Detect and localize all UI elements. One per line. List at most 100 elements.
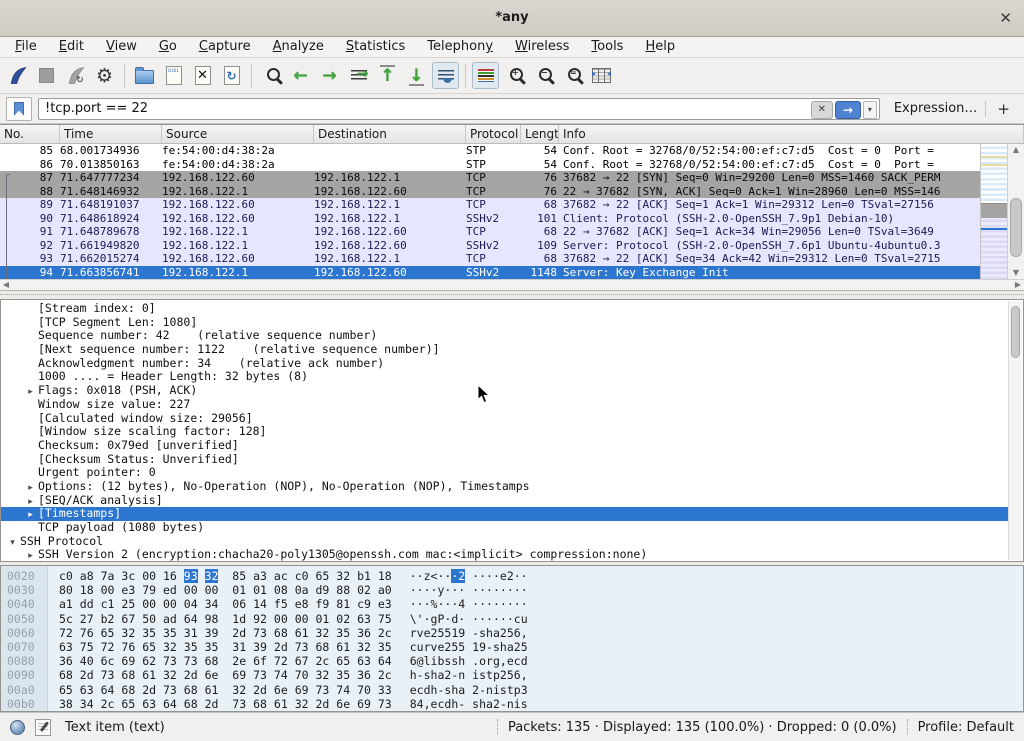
expander-icon[interactable]: ▸ [23,509,38,521]
detail-line[interactable]: TCP payload (1080 bytes) [1,521,1009,535]
scroll-right-arrow-icon[interactable]: ▶ [1012,280,1024,290]
expander-icon[interactable]: ▾ [5,537,20,549]
scroll-down-arrow-icon[interactable]: ▼ [1008,267,1024,279]
detail-line[interactable]: [Next sequence number: 1122 (relative se… [1,343,1009,357]
expander-icon[interactable]: ▸ [23,482,38,494]
find-packet-button[interactable] [258,62,285,89]
go-to-packet-button[interactable]: → [345,62,372,89]
packet-row-91[interactable]: 9171.648789678192.168.122.1192.168.122.6… [0,225,1007,239]
packet-minimap[interactable] [980,144,1007,279]
hex-row-0040[interactable]: 0040a1 dd c1 25 00 00 04 34 06 14 f5 e8 … [1,597,1023,611]
pane-splitter-top[interactable] [0,291,1024,299]
capture-comment-icon[interactable] [35,719,51,736]
colorize-packets-button[interactable] [472,62,499,89]
column-header-time[interactable]: Time [60,125,162,143]
add-filter-button[interactable]: + [997,100,1010,118]
profile-status[interactable]: Profile: Default [918,720,1014,735]
zoom-out-button[interactable]: − [530,62,557,89]
packet-list-vscrollbar[interactable]: ▲ ▼ [1007,144,1024,279]
packet-list-hscrollbar[interactable]: ◀ ▶ [0,279,1024,290]
filter-dropdown-button[interactable]: ▾ [863,101,877,119]
packet-row-90[interactable]: 9071.648618924192.168.122.60192.168.122.… [0,212,1007,226]
detail-line[interactable]: Acknowledgment number: 34 (relative ack … [1,357,1009,371]
hex-row-00b0[interactable]: 00b038 34 2c 65 63 64 68 2d 73 68 61 32 … [1,697,1023,711]
detail-line[interactable]: Urgent pointer: 0 [1,466,1009,480]
expander-icon[interactable]: ▸ [23,386,38,398]
detail-line[interactable]: Window size value: 227 [1,398,1009,412]
detail-line[interactable]: ▾SSH Protocol [1,535,1009,549]
menu-item-capture[interactable]: Capture [188,37,262,57]
menu-item-help[interactable]: Help [634,37,686,57]
vscroll-thumb[interactable] [1010,198,1022,257]
menu-item-wireless[interactable]: Wireless [504,37,580,57]
scroll-up-arrow-icon[interactable]: ▲ [1008,144,1024,156]
detail-line[interactable]: ▸[Timestamps] [1,507,1009,521]
expander-icon[interactable]: ▸ [23,496,38,508]
expert-info-icon[interactable] [10,720,25,735]
menu-item-tools[interactable]: Tools [580,37,634,57]
packet-row-89[interactable]: 8971.648191037192.168.122.60192.168.122.… [0,198,1007,212]
detail-line[interactable]: ▸SSH Version 2 (encryption:chacha20-poly… [1,548,1009,561]
detail-line[interactable]: ▸[SEQ/ACK analysis] [1,494,1009,508]
filter-apply-button[interactable]: → [835,101,861,119]
detail-line[interactable]: ▸Flags: 0x018 (PSH, ACK) [1,384,1009,398]
packet-row-94[interactable]: 9471.663856741192.168.122.1192.168.122.6… [0,266,1007,280]
column-header-source[interactable]: Source [162,125,314,143]
packet-row-86[interactable]: 8670.013850163fe:54:00:d4:38:2aSTP54Conf… [0,158,1007,172]
column-header-destination[interactable]: Destination [314,125,466,143]
stop-capture-button[interactable] [33,62,60,89]
go-back-button[interactable]: ← [287,62,314,89]
auto-scroll-button[interactable] [432,62,459,89]
go-forward-button[interactable]: → [316,62,343,89]
menu-item-edit[interactable]: Edit [48,37,95,57]
hex-row-0090[interactable]: 009068 2d 73 68 61 32 2d 6e 69 73 74 70 … [1,668,1023,682]
go-first-packet-button[interactable]: ↑ [374,62,401,89]
zoom-reset-button[interactable]: = [559,62,586,89]
hex-row-0060[interactable]: 006072 76 65 32 35 35 31 39 2d 73 68 61 … [1,626,1023,640]
detail-line[interactable]: [TCP Segment Len: 1080] [1,316,1009,330]
capture-options-button[interactable]: ⚙ [91,62,118,89]
detail-line[interactable]: 1000 .... = Header Length: 32 bytes (8) [1,370,1009,384]
detail-line[interactable]: [Checksum Status: Unverified] [1,453,1009,467]
packet-row-88[interactable]: 8871.648146932192.168.122.1192.168.122.6… [0,185,1007,199]
detail-line[interactable]: ▸Options: (12 bytes), No-Operation (NOP)… [1,480,1009,494]
start-capture-button[interactable] [4,62,31,89]
save-file-button[interactable]: 0101 [160,62,187,89]
open-file-button[interactable] [131,62,158,89]
packet-row-87[interactable]: 8771.647777234192.168.122.60192.168.122.… [0,171,1007,185]
detail-line[interactable]: [Calculated window size: 29056] [1,412,1009,426]
menu-item-go[interactable]: Go [148,37,188,57]
scroll-left-arrow-icon[interactable]: ◀ [0,280,12,290]
resize-columns-button[interactable] [588,62,615,89]
go-last-packet-button[interactable]: ↓ [403,62,430,89]
menu-item-file[interactable]: File [4,37,48,57]
hex-row-0030[interactable]: 003080 18 00 e3 79 ed 00 00 01 01 08 0a … [1,583,1023,597]
hex-row-00a0[interactable]: 00a065 63 64 68 2d 73 68 61 32 2d 6e 69 … [1,683,1023,697]
column-header-info[interactable]: Info [559,125,1024,143]
filter-bookmark-button[interactable] [6,97,32,121]
hex-row-0080[interactable]: 008036 40 6c 69 62 73 73 68 2e 6f 72 67 … [1,654,1023,668]
hex-row-0050[interactable]: 00505c 27 b2 67 50 ad 64 98 1d 92 00 00 … [1,612,1023,626]
window-close-icon[interactable]: ✕ [999,9,1012,27]
menu-item-telephony[interactable]: Telephony [416,37,504,57]
column-header-length[interactable]: Length [521,125,559,143]
packet-row-92[interactable]: 9271.661949820192.168.122.1192.168.122.6… [0,239,1007,253]
column-header-protocol[interactable]: Protocol [466,125,521,143]
detail-scroll-thumb[interactable] [1011,306,1020,358]
detail-line[interactable]: [Stream index: 0] [1,302,1009,316]
expression-button[interactable]: Expression… [894,101,978,116]
packet-row-85[interactable]: 8568.001734936fe:54:00:d4:38:2aSTP54Conf… [0,144,1007,158]
zoom-in-button[interactable]: + [501,62,528,89]
restart-capture-button[interactable]: ↻ [62,62,89,89]
hex-row-0020[interactable]: 0020c0 a8 7a 3c 00 16 93 32 85 a3 ac c0 … [1,569,1023,583]
detail-vscrollbar[interactable] [1008,301,1022,560]
detail-line[interactable]: [Window size scaling factor: 128] [1,425,1009,439]
detail-line[interactable]: Sequence number: 42 (relative sequence n… [1,329,1009,343]
display-filter-input[interactable] [39,99,879,119]
title-bar[interactable]: *any ✕ [0,0,1024,37]
menu-item-statistics[interactable]: Statistics [335,37,416,57]
detail-line[interactable]: Checksum: 0x79ed [unverified] [1,439,1009,453]
filter-clear-button[interactable]: ✕ [811,101,833,119]
close-file-button[interactable]: ✕ [189,62,216,89]
packet-row-93[interactable]: 9371.662015274192.168.122.60192.168.122.… [0,252,1007,266]
